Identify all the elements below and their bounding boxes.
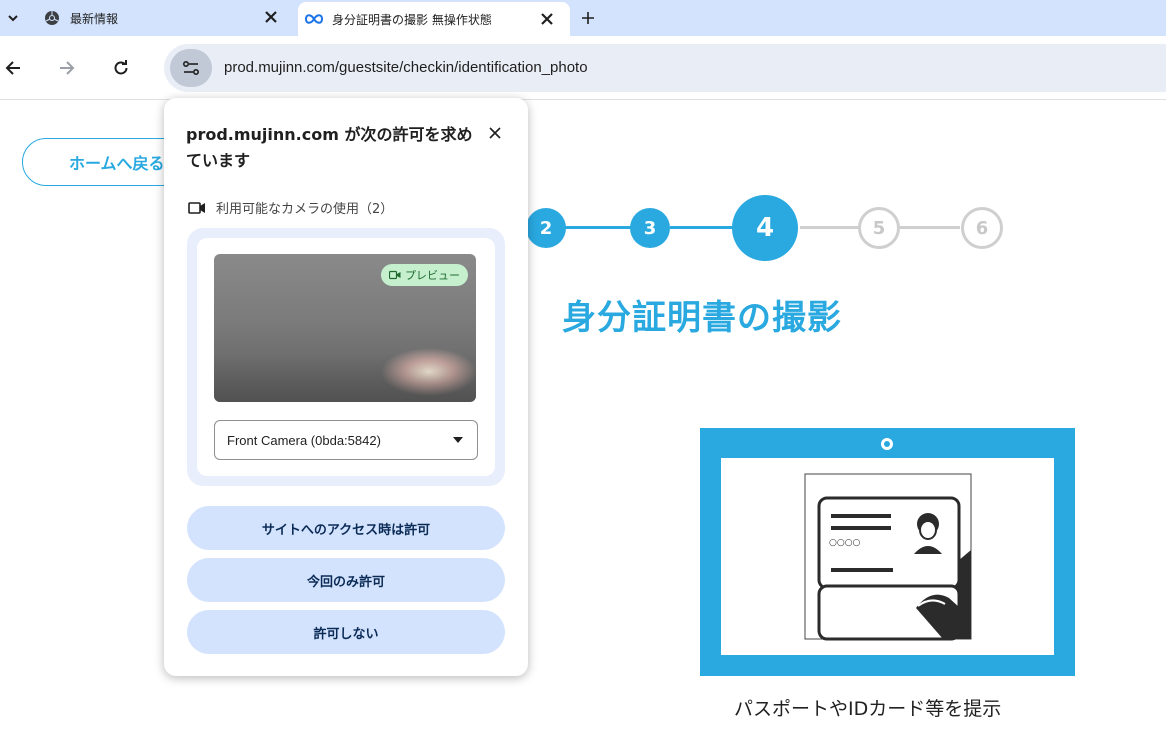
browser-toolbar: prod.mujinn.com/guestsite/checkin/identi… <box>0 36 1166 100</box>
step-3: 3 <box>630 208 670 248</box>
step-connector <box>670 226 740 229</box>
camera-select-value: Front Camera (0bda:5842) <box>227 432 381 448</box>
address-bar[interactable]: prod.mujinn.com/guestsite/checkin/identi… <box>164 44 1166 92</box>
camera-permission-popup: prod.mujinn.com が次の許可を求めています 利用可能なカメラの使用… <box>164 98 528 676</box>
tab-identification-photo[interactable]: 身分証明書の撮影 無操作状態 <box>298 2 570 36</box>
camera-preview-frame: プレビュー Front Camera (0bda:5842) <box>187 228 505 486</box>
permission-label: 利用可能なカメラの使用（2） <box>216 202 394 217</box>
hand-holding-id-card-icon <box>804 473 972 641</box>
forward-arrow-icon[interactable] <box>54 55 80 81</box>
dropdown-caret-icon <box>453 437 463 443</box>
popup-title: prod.mujinn.com が次の許可を求めています <box>186 125 473 170</box>
allow-this-time-button[interactable]: 今回のみ許可 <box>187 558 505 602</box>
instruction-caption: パスポートやIDカード等を提示 <box>734 698 1002 720</box>
step-4-current: 4 <box>732 195 798 261</box>
preview-badge-label: プレビュー <box>405 269 460 282</box>
allow-while-visiting-button[interactable]: サイトへのアクセス時は許可 <box>187 506 505 550</box>
chrome-icon <box>42 8 62 28</box>
back-arrow-icon[interactable] <box>0 55 26 81</box>
tab-latest-info[interactable]: 最新情報 <box>36 0 294 36</box>
close-icon[interactable] <box>262 8 280 26</box>
camera-select[interactable]: Front Camera (0bda:5842) <box>214 420 478 460</box>
step-connector <box>900 226 960 229</box>
illustration-screen: ○○○○ <box>721 458 1054 655</box>
tab-title: 身分証明書の撮影 無操作状態 <box>332 12 492 27</box>
close-icon[interactable] <box>538 10 556 28</box>
step-indicator: 2 3 4 5 6 <box>520 190 1020 270</box>
new-tab-plus-icon[interactable] <box>578 8 598 28</box>
step-connector <box>800 226 860 229</box>
camera-dot-icon <box>881 438 893 450</box>
url-text[interactable]: prod.mujinn.com/guestsite/checkin/identi… <box>224 59 588 76</box>
step-2: 2 <box>526 208 566 248</box>
video-camera-icon <box>188 201 206 215</box>
infinity-icon <box>304 9 324 29</box>
page-title: 身分証明書の撮影 <box>562 298 842 338</box>
site-settings-icon[interactable] <box>170 49 212 87</box>
reload-icon[interactable] <box>108 55 134 81</box>
tab-title: 最新情報 <box>70 11 119 26</box>
camera-preview-video: プレビュー <box>214 254 476 402</box>
step-connector <box>560 226 640 229</box>
tab-strip: 最新情報 身分証明書の撮影 無操作状態 <box>0 0 1166 36</box>
camera-preview-panel: プレビュー Front Camera (0bda:5842) <box>197 238 495 476</box>
id-card-illustration: ○○○○ <box>700 428 1075 676</box>
step-5: 5 <box>858 207 900 249</box>
deny-button[interactable]: 許可しない <box>187 610 505 654</box>
preview-badge: プレビュー <box>381 264 468 286</box>
video-camera-icon <box>389 270 401 280</box>
video-shadow <box>214 354 476 402</box>
tab-search-chevron-icon[interactable] <box>6 10 20 24</box>
card-placeholder-text: ○○○○ <box>829 538 861 548</box>
permission-row: 利用可能なカメラの使用（2） <box>188 198 393 217</box>
step-6: 6 <box>961 207 1003 249</box>
close-icon[interactable] <box>484 122 506 144</box>
